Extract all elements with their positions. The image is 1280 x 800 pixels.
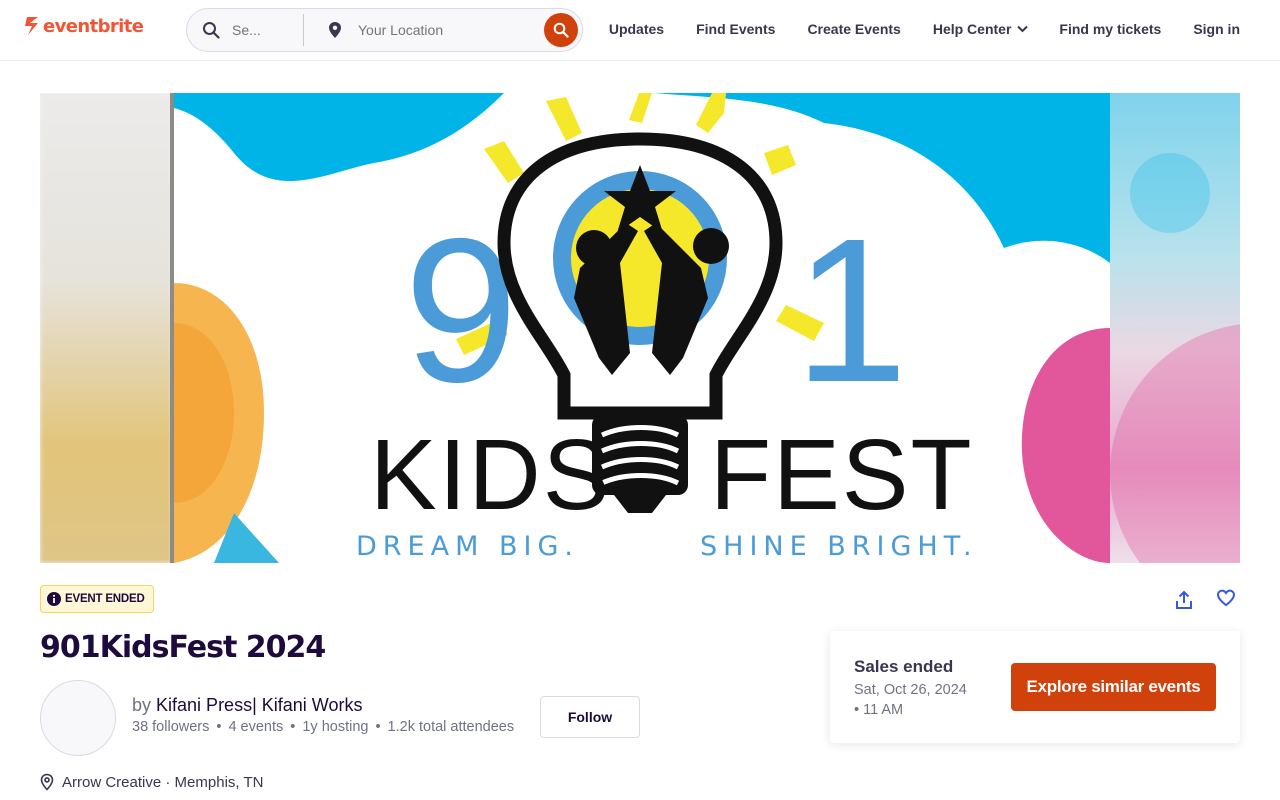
nav-label: Updates [608,21,665,37]
eventbrite-logo-icon [25,17,38,35]
search-icon [553,22,569,38]
top-header: eventbrite Updates [0,0,1280,61]
location-field [304,21,582,39]
stat-events: 4 events [228,719,284,735]
status-badge: EVENT ENDED [40,585,154,613]
separator: • [216,719,222,735]
logo-word-right: FEST [710,419,974,531]
logo-word-left: KIDS [370,419,611,531]
ticket-sales-card: Sales ended Sat, Oct 26, 2024 • 11 AM Ex… [830,631,1240,743]
nav-label: Sign in [1193,21,1240,37]
city-label: Memphis, TN [174,773,264,791]
nav-label: Create Events [807,21,901,37]
hero-blur-left [40,93,172,563]
nav-updates[interactable]: Updates [609,21,664,37]
status-badge-label: EVENT ENDED [65,593,145,605]
kidsfest-logo-artwork: 9 1 KIDS FEST DREAM BIG. SHINE BRIGHT. [174,93,1110,563]
separator: • [375,719,381,735]
explore-similar-events-button[interactable]: Explore similar events [1011,663,1216,711]
nav-label: Find my tickets [1059,21,1162,37]
tagline-left: DREAM BIG. [356,531,579,562]
nav-create-events[interactable]: Create Events [807,21,900,37]
organizer-stats: 38 followers • 4 events • 1y hosting • 1… [132,719,514,735]
organizer-line: by Kifani Press| Kifani Works [132,695,362,716]
nav-label: Help Center [932,21,1012,37]
nav-find-events[interactable]: Find Events [696,21,775,37]
share-button[interactable] [1172,588,1196,612]
location-pin-icon [329,22,341,38]
sales-end-date: Sat, Oct 26, 2024 • 11 AM [854,680,994,720]
organizer-name-link[interactable]: Kifani Press| Kifani Works [156,695,362,715]
location-input[interactable] [358,22,508,38]
separator: • [290,719,296,735]
sales-time-line: • 11 AM [854,702,904,718]
info-icon [47,592,61,606]
event-location: Arrow Creative · Memphis, TN [40,773,263,791]
hero-right-shapes [1110,153,1240,563]
separator: · [165,773,171,791]
event-hero-image: 9 1 KIDS FEST DREAM BIG. SHINE BRIGHT. [40,93,1240,563]
event-title: 901KidsFest 2024 [40,630,326,665]
search-field [187,14,304,46]
tagline-right: SHINE BRIGHT. [700,531,978,562]
nav-find-tickets[interactable]: Find my tickets [1059,21,1161,37]
main-nav: Updates Find Events Create Events Help C… [609,21,1240,37]
hero-blur-right [1110,93,1240,563]
venue-label: Arrow Creative [62,773,162,791]
sales-date-line: Sat, Oct 26, 2024 [854,682,967,698]
stat-followers: 38 followers [132,719,210,735]
organizer-prefix: by [132,695,152,715]
eventbrite-logo[interactable]: eventbrite [24,15,144,37]
brand-name: eventbrite [43,15,144,37]
search-submit-button[interactable] [544,13,578,47]
location-pin-icon [40,773,54,791]
nav-label: Find Events [696,21,776,37]
like-button[interactable] [1214,586,1238,610]
follow-button[interactable]: Follow [540,696,640,738]
nav-sign-in[interactable]: Sign in [1193,21,1240,37]
heart-icon [1216,589,1236,607]
sales-status: Sales ended [854,657,954,676]
share-icon [1176,590,1192,609]
search-input[interactable] [232,22,272,38]
search-bar [186,8,583,52]
logo-number-right: 1 [794,196,908,425]
chevron-down-icon [1017,25,1029,33]
stat-hosting: 1y hosting [302,719,369,735]
organizer-avatar[interactable] [40,680,116,756]
search-icon [203,22,220,39]
venue-name: Arrow Creative · Memphis, TN [62,774,263,791]
nav-help-center[interactable]: Help Center [933,21,1029,37]
stat-attendees: 1.2k total attendees [387,719,515,735]
